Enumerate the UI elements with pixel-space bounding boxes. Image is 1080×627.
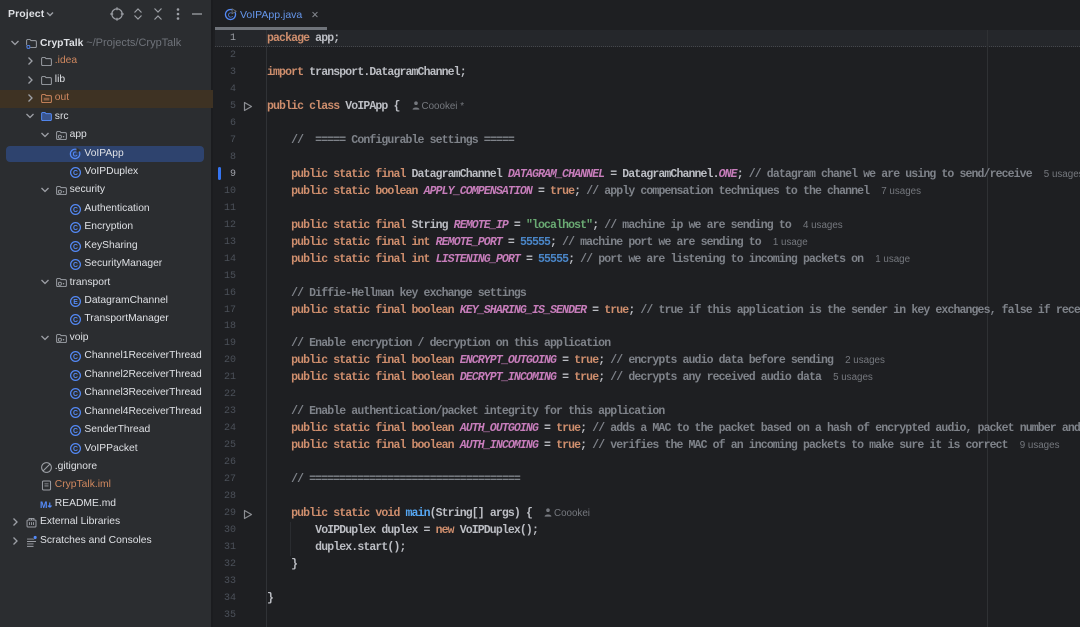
svg-text:C: C	[73, 317, 78, 324]
svg-text:E: E	[74, 299, 79, 306]
svg-text:C: C	[73, 262, 78, 269]
svg-text:C: C	[73, 446, 78, 453]
svg-text:C: C	[73, 170, 78, 177]
svg-text:C: C	[73, 354, 78, 361]
svg-text:M: M	[40, 499, 47, 509]
svg-text:C: C	[73, 410, 78, 417]
svg-text:C: C	[73, 373, 78, 380]
svg-text:C: C	[73, 391, 78, 398]
svg-text:C: C	[73, 225, 78, 232]
svg-text:C: C	[73, 428, 78, 435]
svg-text:C: C	[73, 207, 78, 214]
svg-text:C: C	[73, 244, 78, 251]
